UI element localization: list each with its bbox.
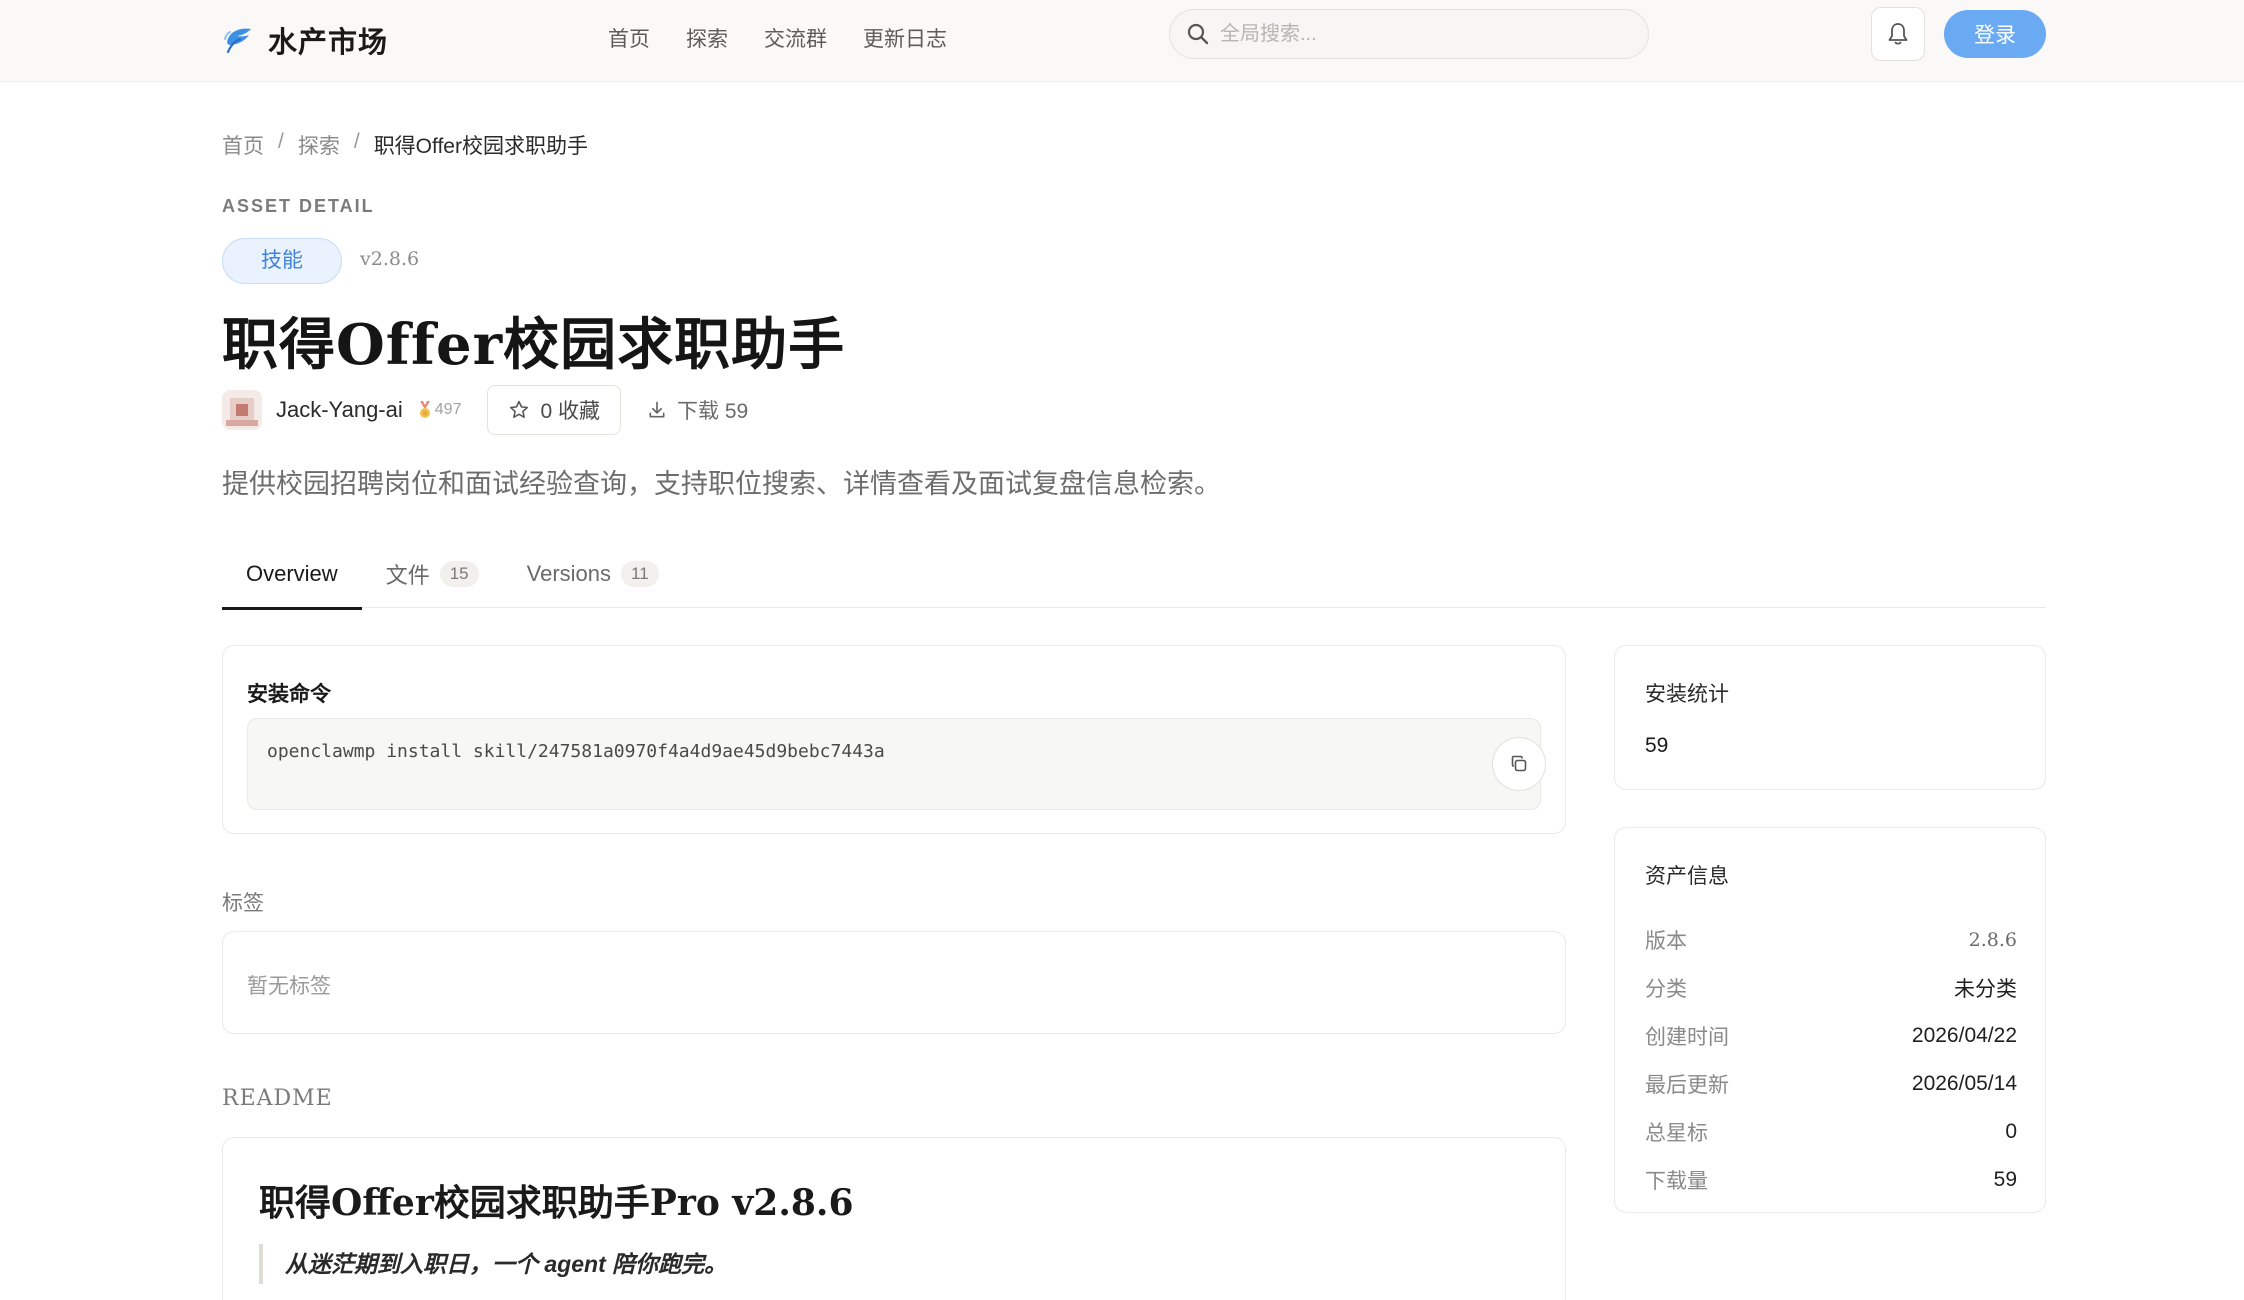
avatar[interactable] xyxy=(222,390,262,430)
info-row-downloads: 下载量 59 xyxy=(1645,1156,2017,1204)
info-key: 最后更新 xyxy=(1645,1074,1729,1097)
login-button[interactable]: 登录 xyxy=(1944,10,2046,58)
notifications-button[interactable] xyxy=(1871,7,1925,61)
readme-card: 职得Offer校园求职助手Pro v2.8.6 从迷茫期到入职日，一个 agen… xyxy=(222,1137,1566,1300)
brand-name: 水产市场 xyxy=(268,25,389,59)
install-command-text[interactable]: openclawmp install skill/247581a0970f4a4… xyxy=(267,741,885,762)
search-input[interactable] xyxy=(1220,22,1600,46)
tab-count-badge: 15 xyxy=(439,561,479,587)
asset-meta-row: Jack-Yang-ai 497 0 收藏 下载 59 xyxy=(222,384,748,436)
top-navigation-bar: 水产市场 首页 探索 交流群 更新日志 登录 xyxy=(0,0,2244,82)
copy-command-button[interactable] xyxy=(1492,737,1546,791)
bell-icon xyxy=(1888,23,1908,45)
info-row-stars: 总星标 0 xyxy=(1645,1108,2017,1156)
breadcrumb-separator: / xyxy=(278,130,284,153)
breadcrumb-current: 职得Offer校园求职助手 xyxy=(373,135,588,158)
tags-section-label: 标签 xyxy=(222,892,264,915)
breadcrumb-home[interactable]: 首页 xyxy=(222,130,264,160)
author-points-badge: 497 xyxy=(417,401,462,419)
leaf-logo-icon xyxy=(224,28,251,54)
info-key: 下载量 xyxy=(1645,1170,1708,1193)
info-value: 2.8.6 xyxy=(1968,929,2017,951)
tab-label: Overview xyxy=(246,561,338,586)
search-icon xyxy=(1187,23,1209,45)
info-row-category: 分类 未分类 xyxy=(1645,964,2017,1012)
install-command-box: openclawmp install skill/247581a0970f4a4… xyxy=(247,718,1546,810)
favorite-label: 0 收藏 xyxy=(540,400,600,423)
info-row-version: 版本 2.8.6 xyxy=(1645,916,2017,964)
info-key: 分类 xyxy=(1645,978,1687,1001)
tab-overview[interactable]: Overview xyxy=(222,540,362,610)
favorite-button[interactable]: 0 收藏 xyxy=(487,385,621,435)
info-value: 2026/05/14 xyxy=(1911,1072,2017,1095)
install-stats-title: 安装统计 xyxy=(1645,683,1729,706)
global-search[interactable] xyxy=(1169,9,1649,59)
info-value: 2026/04/22 xyxy=(1911,1024,2017,1047)
info-value: 未分类 xyxy=(1954,978,2017,1001)
info-key: 版本 xyxy=(1645,930,1687,953)
asset-version-tag: v2.8.6 xyxy=(360,248,420,270)
tab-count-badge: 11 xyxy=(621,561,659,587)
install-card-title: 安装命令 xyxy=(247,683,331,706)
download-icon xyxy=(649,401,665,418)
asset-info-list: 版本 2.8.6 分类 未分类 创建时间 2026/04/22 最后更新 202… xyxy=(1645,916,2017,1204)
download-label: 下载 59 xyxy=(676,400,749,423)
page-title: 职得Offer校园求职助手 xyxy=(222,312,846,378)
nav-item-community[interactable]: 交流群 xyxy=(764,20,827,60)
asset-info-card: 资产信息 版本 2.8.6 分类 未分类 创建时间 2026/04/22 最后更… xyxy=(1614,827,2046,1213)
info-value: 59 xyxy=(1993,1168,2017,1191)
copy-icon xyxy=(1511,755,1527,772)
asset-detail-eyebrow: ASSET DETAIL xyxy=(222,196,375,216)
tab-label: 文件 xyxy=(385,563,430,588)
main-nav: 首页 探索 交流群 更新日志 xyxy=(608,20,983,60)
nav-item-explore[interactable]: 探索 xyxy=(686,20,728,60)
tab-files[interactable]: 文件 15 xyxy=(362,540,503,608)
tab-label: Versions xyxy=(526,561,612,586)
tags-card: 暂无标签 xyxy=(222,931,1566,1034)
brand[interactable]: 水产市场 xyxy=(222,18,388,62)
readme-quote: 从迷茫期到入职日，一个 agent 陪你跑完。 xyxy=(259,1244,727,1284)
download-count: 下载 59 xyxy=(647,395,748,425)
tags-empty-text: 暂无标签 xyxy=(247,975,331,998)
asset-type-chip: 技能 xyxy=(222,238,342,284)
install-stats-card: 安装统计 59 xyxy=(1614,645,2046,790)
readme-section-label: README xyxy=(222,1086,333,1111)
install-command-card: 安装命令 openclawmp install skill/247581a097… xyxy=(222,645,1566,834)
breadcrumb-explore[interactable]: 探索 xyxy=(298,130,340,160)
install-stats-value: 59 xyxy=(1645,734,1669,757)
info-row-created: 创建时间 2026/04/22 xyxy=(1645,1012,2017,1060)
breadcrumb: 首页 / 探索 / 职得Offer校园求职助手 xyxy=(222,130,588,160)
breadcrumb-separator: / xyxy=(353,130,360,153)
medal-icon xyxy=(419,401,430,418)
tab-versions[interactable]: Versions 11 xyxy=(503,540,683,608)
asset-description: 提供校园招聘岗位和面试经验查询，支持职位搜索、详情查看及面试复盘信息检索。 xyxy=(222,469,1221,499)
nav-item-home[interactable]: 首页 xyxy=(608,20,650,60)
star-icon xyxy=(510,400,529,419)
info-row-updated: 最后更新 2026/05/14 xyxy=(1645,1060,2017,1108)
info-key: 创建时间 xyxy=(1645,1026,1729,1049)
info-value: 0 xyxy=(2005,1120,2017,1143)
asset-tabs: Overview 文件 15 Versions 11 xyxy=(222,540,2046,610)
nav-item-changelog[interactable]: 更新日志 xyxy=(863,20,947,60)
author-name[interactable]: Jack-Yang-ai xyxy=(276,397,403,423)
author-points: 497 xyxy=(434,401,462,418)
readme-heading: 职得Offer校园求职助手Pro v2.8.6 xyxy=(259,1182,854,1224)
asset-info-title: 资产信息 xyxy=(1645,865,1729,888)
info-key: 总星标 xyxy=(1645,1122,1708,1145)
